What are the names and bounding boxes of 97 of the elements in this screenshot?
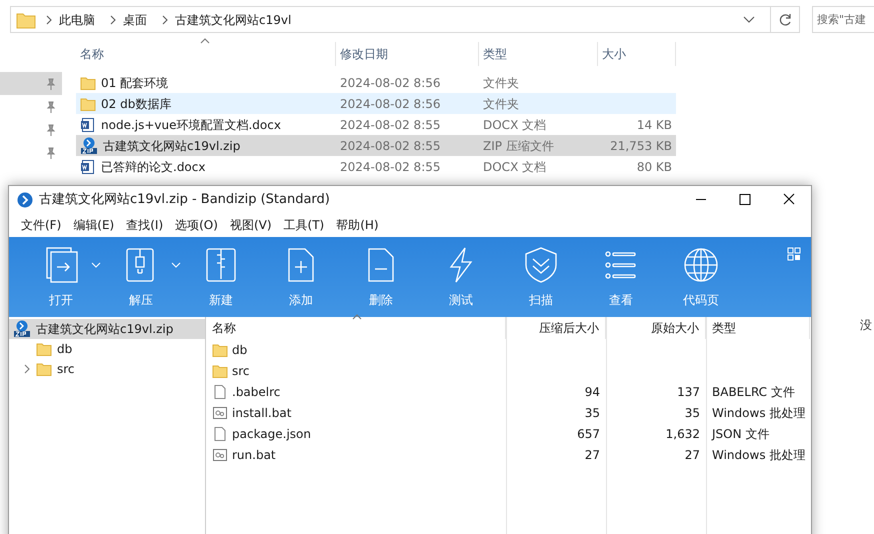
document-icon: [80, 116, 96, 132]
pin-icon: [46, 146, 56, 158]
file-name: install.bat: [232, 404, 292, 422]
chevron-icon: [161, 14, 169, 24]
file-size: 21,753 KB: [609, 138, 673, 154]
table-cell-text: 657: [576, 426, 601, 442]
menu-item[interactable]: 编辑(E): [67, 216, 120, 234]
file-size: 80 KB: [636, 158, 673, 176]
table-cell-text: 27: [684, 446, 701, 464]
table-cell-text: JSON 文件: [710, 426, 770, 442]
archive-icon: [80, 136, 98, 154]
column-header[interactable]: 大小: [602, 45, 626, 63]
script-icon: [212, 446, 228, 462]
table-cell-text: Windows 批处理: [711, 446, 806, 464]
file-date: 2024-08-02 8:55: [339, 158, 442, 176]
app-icon: [17, 192, 33, 208]
menu-item[interactable]: 帮助(H): [330, 216, 385, 234]
table-cell-text: 1,632: [664, 426, 701, 442]
tree-item[interactable]: db: [9, 339, 205, 359]
maximize-icon: [738, 193, 752, 206]
menu-item[interactable]: 选项(O): [169, 216, 224, 234]
file-date: 2024-08-02 8:55: [339, 138, 442, 154]
file-name: db: [232, 342, 248, 358]
file-date: 2024-08-02 8:56: [339, 96, 442, 112]
text-fragment: 没: [860, 317, 872, 334]
file-type: ZIP 压缩文件: [482, 138, 555, 154]
document-icon: [80, 158, 96, 174]
menu-item[interactable]: 文件(F): [15, 216, 68, 234]
menu-item[interactable]: 查找(I): [120, 216, 170, 234]
file-name: run.bat: [232, 446, 276, 464]
chevron-icon: [109, 14, 117, 24]
file-name: package.json: [232, 426, 312, 442]
archive-icon: [13, 320, 31, 338]
table-cell-text: BABELRC 文件: [711, 384, 796, 400]
file-icon: [212, 384, 228, 400]
sort-icon: [200, 38, 210, 44]
search-field[interactable]: 搜索"古建: [812, 6, 874, 33]
file-type: DOCX 文档: [482, 116, 548, 134]
sort-icon: [352, 314, 362, 320]
folder-icon: [36, 361, 52, 377]
script-icon: [212, 404, 228, 420]
column-header[interactable]: 压缩后大小: [539, 319, 599, 337]
file-name: 02 db数据库: [101, 96, 172, 112]
tree-item[interactable]: src: [9, 359, 205, 379]
file-row[interactable]: 02 db数据库 2024-08-02 8:56 文件夹: [76, 93, 676, 114]
file-name: 已答辩的论文.docx: [101, 158, 206, 176]
column-header[interactable]: 原始大小: [651, 319, 699, 337]
minimize-icon: [696, 199, 706, 200]
table-cell-text: 27: [584, 446, 601, 464]
file-type: 文件夹: [482, 96, 520, 112]
file-row[interactable]: 已答辩的论文.docx 2024-08-02 8:55 DOCX 文档 80 KB: [76, 156, 676, 177]
folder-icon: [36, 341, 52, 357]
breadcrumb-item[interactable]: 桌面: [123, 10, 147, 28]
nav-item[interactable]: [0, 72, 62, 95]
folder-icon: [212, 362, 228, 378]
file-type: DOCX 文档: [482, 158, 548, 176]
dropdown-icon: [743, 16, 755, 24]
pin-icon: [46, 100, 56, 112]
table-cell-text: 137: [676, 384, 701, 400]
file-name: 古建筑文化网站c19vl.zip: [103, 138, 240, 154]
table-cell-text: 35: [584, 404, 601, 422]
folder-icon: [80, 74, 96, 90]
file-size: 14 KB: [636, 116, 673, 134]
file-row[interactable]: 01 配套环境 2024-08-02 8:56 文件夹: [76, 72, 676, 93]
folder-icon: [80, 96, 96, 112]
file-type: 文件夹: [482, 74, 520, 92]
column-header[interactable]: 类型: [483, 45, 507, 63]
file-date: 2024-08-02 8:55: [339, 116, 442, 134]
window-title: 古建筑文化网站c19vl.zip - Bandizip (Standard): [39, 190, 330, 209]
table-cell-text: 35: [684, 404, 701, 422]
file-icon: [212, 426, 228, 442]
column-header[interactable]: 修改日期: [340, 45, 388, 63]
menu-item[interactable]: 工具(T): [278, 216, 330, 234]
breadcrumb-item[interactable]: 此电脑: [59, 10, 95, 28]
column-header[interactable]: 类型: [712, 319, 736, 337]
breadcrumb-item[interactable]: 古建筑文化网站c19vl: [175, 10, 292, 28]
table-cell-text: Windows 批处理: [711, 404, 806, 422]
column-header[interactable]: 名称: [80, 45, 104, 63]
file-name: src: [232, 362, 250, 380]
file-name: node.js+vue环境配置文档.docx: [101, 116, 281, 134]
folder-icon: [15, 10, 37, 28]
pin-icon: [46, 78, 56, 90]
file-date: 2024-08-02 8:56: [339, 74, 442, 92]
folder-icon: [212, 342, 228, 358]
table-cell-text: 94: [584, 384, 601, 400]
file-name: .babelrc: [232, 384, 280, 400]
file-name: 01 配套环境: [101, 74, 168, 92]
menu-item[interactable]: 视图(V): [224, 216, 278, 234]
refresh-icon: [778, 12, 792, 26]
file-row[interactable]: 古建筑文化网站c19vl.zip 2024-08-02 8:55 ZIP 压缩文件 21,753 KB: [76, 135, 676, 156]
pin-icon: [46, 124, 56, 136]
tree-item[interactable]: 古建筑文化网站c19vl.zip: [9, 319, 205, 339]
layout-icon: [787, 247, 801, 261]
file-row[interactable]: node.js+vue环境配置文档.docx 2024-08-02 8:55 DOCX 文档 14 KB: [76, 114, 676, 135]
column-header[interactable]: 名称: [212, 319, 236, 337]
close-icon: [782, 193, 796, 206]
chevron-icon: [45, 14, 53, 24]
